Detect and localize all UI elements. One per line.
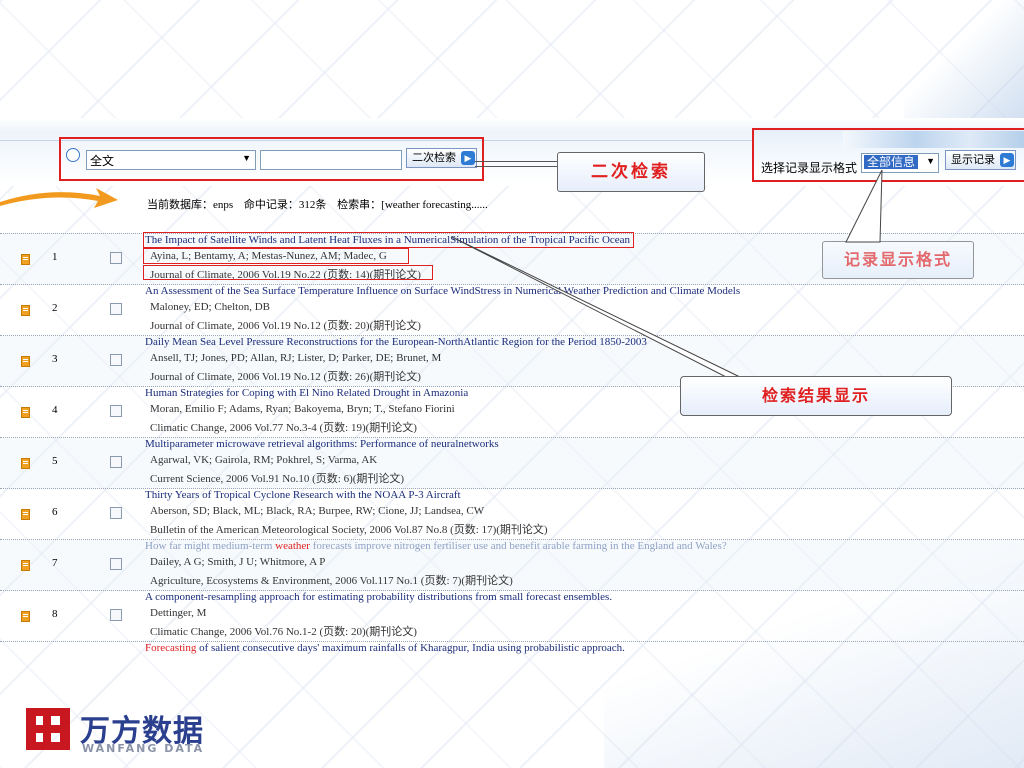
result-row-partial: Forecasting of salient consecutive days'… [0, 642, 1024, 658]
result-authors: Agarwal, VK; Gairola, RM; Pokhrel, S; Va… [150, 454, 378, 466]
format-select[interactable]: 全部信息 ▼ [861, 153, 939, 173]
arrow-right-icon: ▶ [1000, 153, 1014, 167]
hit-count: 命中记录：312条 [243, 199, 327, 211]
result-number: 2 [52, 302, 58, 314]
format-selected-value: 全部信息 [864, 155, 919, 169]
result-number: 5 [52, 455, 58, 467]
select-checkbox[interactable] [110, 507, 122, 519]
result-title[interactable]: Forecasting of salient consecutive days'… [145, 642, 625, 654]
result-journal: Journal of Climate, 2006 Vol.19 No.12 (页… [150, 371, 421, 383]
result-authors: Maloney, ED; Chelton, DB [150, 301, 270, 313]
select-checkbox[interactable] [110, 303, 122, 315]
document-icon[interactable] [21, 509, 30, 520]
result-row: 7 How far might medium-term weather fore… [0, 540, 1024, 591]
result-row: 2 An Assessment of the Sea Surface Tempe… [0, 285, 1024, 336]
document-icon[interactable] [21, 458, 30, 469]
select-checkbox[interactable] [110, 609, 122, 621]
wanfang-logo-icon [26, 708, 70, 750]
result-title[interactable]: Human Strategies for Coping with El Nino… [145, 387, 468, 399]
result-journal: Agriculture, Ecosystems & Environment, 2… [150, 575, 513, 587]
result-row: 6 Thirty Years of Tropical Cyclone Resea… [0, 489, 1024, 540]
format-label: 选择记录显示格式 [761, 161, 858, 175]
result-number: 7 [52, 557, 58, 569]
result-authors: Dettinger, M [150, 607, 207, 619]
show-records-label: 显示记录 [951, 154, 995, 166]
title-part: forecasts improve nitrogen fertiliser us… [309, 540, 727, 552]
result-journal: Journal of Climate, 2006 Vol.19 No.12 (页… [150, 320, 421, 332]
callout-connector [475, 161, 558, 162]
search-string: 检索串：[weather forecasting...... [337, 199, 488, 211]
callout-secondary-search: 二次检索 [557, 152, 705, 192]
result-number: 4 [52, 404, 58, 416]
show-records-button[interactable]: 显示记录 ▶ [945, 150, 1016, 170]
document-icon[interactable] [21, 356, 30, 367]
result-title[interactable]: Multiparameter microwave retrieval algor… [145, 438, 499, 450]
database-info: 当前数据库：enps 命中记录：312条 检索串：[weather foreca… [147, 196, 496, 212]
result-number: 1 [52, 251, 58, 263]
select-checkbox[interactable] [110, 558, 122, 570]
callout-results-display: 检索结果显示 [680, 376, 952, 416]
select-checkbox[interactable] [110, 456, 122, 468]
results-list: 1 The Impact of Satellite Winds and Late… [0, 233, 1024, 658]
result-authors: Dailey, A G; Smith, J U; Whitmore, A P [150, 556, 326, 568]
result-row: 8 A component-resampling approach for es… [0, 591, 1024, 642]
document-icon[interactable] [21, 254, 30, 265]
highlighted-keyword: weather [275, 540, 310, 552]
annotation-box-authors [143, 248, 409, 264]
logo-en-text: WANFANG DATA [82, 742, 205, 755]
result-row: 5 Multiparameter microwave retrieval alg… [0, 438, 1024, 489]
document-icon[interactable] [21, 611, 30, 622]
decorative-arrow-icon [0, 188, 118, 208]
result-journal: Climatic Change, 2006 Vol.76 No.1-2 (页数:… [150, 626, 417, 638]
document-icon[interactable] [21, 305, 30, 316]
callout-connector [475, 166, 558, 167]
result-journal: Climatic Change, 2006 Vol.77 No.3-4 (页数:… [150, 422, 417, 434]
background-corner [904, 0, 1024, 120]
result-title[interactable]: An Assessment of the Sea Surface Tempera… [145, 285, 740, 297]
highlighted-keyword: Forecasting [145, 642, 197, 654]
result-authors: Aberson, SD; Black, ML; Black, RA; Burpe… [150, 505, 485, 517]
wanfang-logo: 万方数据 WANFANG DATA [26, 706, 266, 758]
result-number: 3 [52, 353, 58, 365]
result-title[interactable]: How far might medium-term weather foreca… [145, 540, 727, 552]
result-journal: Bulletin of the American Meteorological … [150, 524, 548, 536]
document-icon[interactable] [21, 560, 30, 571]
select-checkbox[interactable] [110, 252, 122, 264]
result-authors: Ansell, TJ; Jones, PD; Allan, RJ; Lister… [150, 352, 442, 364]
annotation-box-journal [143, 265, 433, 280]
result-number: 8 [52, 608, 58, 620]
chevron-down-icon: ▼ [926, 156, 935, 166]
result-title[interactable]: Thirty Years of Tropical Cyclone Researc… [145, 489, 461, 501]
result-title[interactable]: A component-resampling approach for esti… [145, 591, 612, 603]
title-part: How far might medium-term [145, 540, 276, 552]
select-checkbox[interactable] [110, 354, 122, 366]
document-icon[interactable] [21, 407, 30, 418]
result-number: 6 [52, 506, 58, 518]
current-database: 当前数据库：enps [147, 199, 234, 211]
annotation-box-title [143, 232, 634, 248]
result-authors: Moran, Emilio F; Adams, Ryan; Bakoyema, … [150, 403, 455, 415]
result-title[interactable]: Daily Mean Sea Level Pressure Reconstruc… [145, 336, 647, 348]
title-part: of salient consecutive days' maximum rai… [196, 642, 625, 654]
select-checkbox[interactable] [110, 405, 122, 417]
result-journal: Current Science, 2006 Vol.91 No.10 (页数: … [150, 473, 405, 485]
annotation-box-search [59, 137, 484, 181]
